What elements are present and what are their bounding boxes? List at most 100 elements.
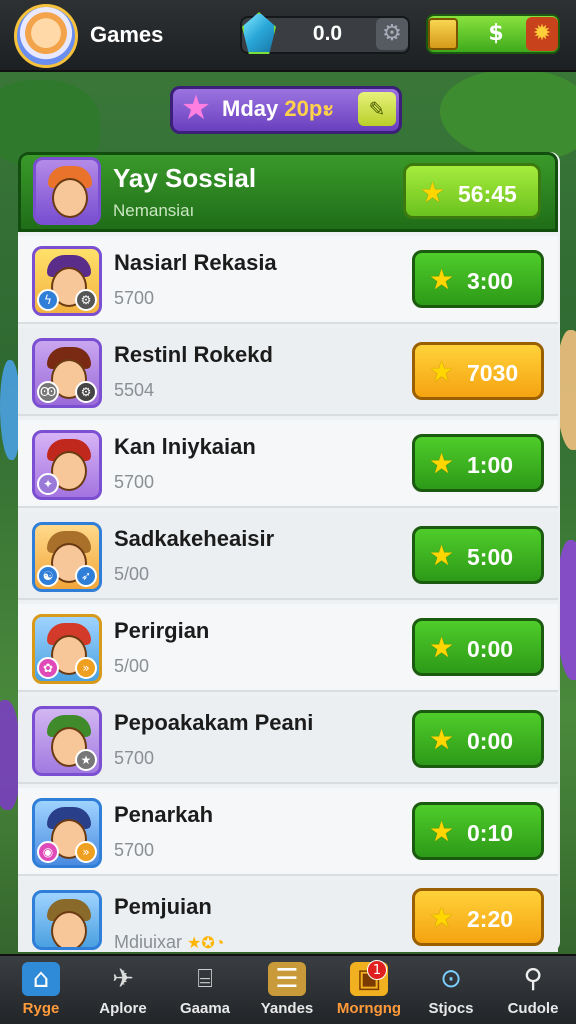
- cash-value: $: [488, 21, 504, 46]
- star-badge-icon: ★: [75, 749, 97, 771]
- settings-gear-icon[interactable]: ✹: [526, 17, 558, 51]
- nav-label: Aplore: [99, 1000, 147, 1017]
- row-avatar: Ꙭ ⚙: [32, 338, 102, 408]
- list-item[interactable]: ◉ » Penarkah 5700 ★ 0:10: [18, 788, 558, 876]
- nav-item-search[interactable]: ⊙ Stjocs: [410, 954, 492, 1024]
- explore-icon: ✈: [112, 964, 134, 994]
- row-name: Sadkakeheaisir: [114, 526, 275, 551]
- row-avatar: ϟ ⚙: [32, 246, 102, 316]
- jungle-leaf-decoration: [440, 70, 576, 160]
- nav-item-games[interactable]: ⌸ Gaama: [164, 954, 246, 1024]
- star-icon: ★: [429, 901, 455, 934]
- list-item[interactable]: Ꙭ ⚙ Restinl Rokekd 5504 ★ 7030: [18, 328, 558, 416]
- row-name: Pemjuian: [114, 894, 212, 919]
- row-button-value: 0:10: [467, 820, 514, 846]
- row-avatar: ◉ »: [32, 798, 102, 868]
- star-icon: ★: [429, 539, 455, 572]
- row-claim-button[interactable]: ★ 2:20: [412, 888, 544, 946]
- row-avatar: ✿ »: [32, 614, 102, 684]
- avatar-face: [52, 178, 88, 218]
- star-icon: ★: [429, 355, 455, 388]
- row-avatar: [32, 890, 102, 950]
- star-icon: ★: [429, 447, 455, 480]
- star-icon: ★: [429, 631, 455, 664]
- player-avatar[interactable]: [14, 4, 78, 68]
- row-avatar: ☯ ➶: [32, 522, 102, 592]
- row-claim-button[interactable]: ★ 0:00: [412, 618, 544, 676]
- jungle-leaf-decoration: [0, 360, 20, 460]
- row-score: 5700: [114, 288, 155, 308]
- row-score-text: Mdiuixar: [114, 932, 183, 952]
- featured-claim-button[interactable]: ★ 56:45: [403, 163, 541, 219]
- nav-label: Cudole: [507, 1000, 559, 1017]
- star-chip-icon: ★✪◔: [187, 935, 225, 952]
- nav-label: Ryge: [22, 1000, 60, 1017]
- row-button-value: 0:00: [467, 728, 514, 754]
- list-item[interactable]: ϟ ⚙ Nasiarl Rekasia 5700 ★ 3:00: [18, 236, 558, 324]
- flower-badge-icon: ✿: [37, 657, 59, 679]
- featured-avatar: [33, 157, 101, 225]
- row-claim-button[interactable]: ★ 7030: [412, 342, 544, 400]
- coin-badge-icon: »: [75, 657, 97, 679]
- row-score: 5/00: [114, 564, 150, 584]
- swirl-badge-icon: ◉: [37, 841, 59, 863]
- row-button-value: 5:00: [467, 544, 514, 570]
- paw-badge-icon: Ꙭ: [37, 381, 59, 403]
- gear-icon[interactable]: ⚙: [376, 18, 408, 50]
- swirl-badge-icon: ☯: [37, 565, 59, 587]
- row-button-value: 2:20: [467, 906, 514, 932]
- event-label-time: 20pะ: [284, 96, 335, 121]
- magnifier-icon: ⚲: [523, 964, 543, 994]
- featured-name: Yay Sossial: [113, 163, 257, 193]
- row-avatar: ✦: [32, 430, 102, 500]
- list-item[interactable]: ✿ » Perirgian 5/00 ★ 0:00: [18, 604, 558, 692]
- row-button-value: 1:00: [467, 452, 514, 478]
- row-score: 5700: [114, 840, 155, 860]
- home-icon: ⌂: [22, 962, 60, 996]
- list-item[interactable]: ★ Pepoakakam Peani 5700 ★ 0:00: [18, 696, 558, 784]
- nav-item-guide[interactable]: ⚲ Cudole: [492, 954, 574, 1024]
- row-button-value: 3:00: [467, 268, 514, 294]
- nav-item-explore[interactable]: ✈ Aplore: [82, 954, 164, 1024]
- row-score: 5700: [114, 472, 155, 492]
- row-button-value: 0:00: [467, 636, 514, 662]
- featured-row[interactable]: Yay Sossial Nemansiaı ★ 56:45: [18, 152, 558, 232]
- nav-item-cards[interactable]: ☰ Yandes: [246, 954, 328, 1024]
- list-item[interactable]: ☯ ➶ Sadkakeheaisir 5/00 ★ 5:00: [18, 512, 558, 600]
- nav-item-home[interactable]: ⌂ Ryge: [0, 954, 82, 1024]
- row-claim-button[interactable]: ★ 0:00: [412, 710, 544, 768]
- star-icon: ★: [429, 723, 455, 756]
- star-icon: ★: [180, 88, 212, 128]
- row-name: Perirgian: [114, 618, 210, 643]
- nav-label: Gaama: [179, 1000, 231, 1017]
- row-claim-button[interactable]: ★ 3:00: [412, 250, 544, 308]
- row-avatar: ★: [32, 706, 102, 776]
- event-label: Mday 20pะ: [222, 92, 334, 126]
- jungle-leaf-decoration: [0, 700, 20, 810]
- row-name: Nasiarl Rekasia: [114, 250, 277, 275]
- ribbon-badge-icon: ➶: [75, 565, 97, 587]
- cards-icon: ☰: [268, 962, 306, 996]
- page-title: Games: [90, 22, 164, 47]
- featured-button-value: 56:45: [458, 181, 517, 207]
- gamepad-icon: ⌸: [197, 964, 213, 994]
- gem-value: 0.0: [312, 22, 343, 45]
- row-name: Penarkah: [114, 802, 214, 827]
- star-icon: ★: [429, 263, 455, 296]
- row-score: 5504: [114, 380, 155, 400]
- row-name: Restinl Rokekd: [114, 342, 273, 367]
- leaf-badge-icon: ✦: [37, 473, 59, 495]
- row-claim-button[interactable]: ★ 0:10: [412, 802, 544, 860]
- row-claim-button[interactable]: ★ 1:00: [412, 434, 544, 492]
- row-score: 5/00: [114, 656, 150, 676]
- star-icon: ★: [429, 815, 455, 848]
- search-icon: ⊙: [440, 964, 462, 994]
- ticket-icon[interactable]: ✎: [358, 92, 396, 126]
- cash-stack-icon: [428, 18, 458, 50]
- list-item[interactable]: Pemjuian Mdiuixar ★✪◔ ★ 2:20: [18, 880, 558, 952]
- row-name: Pepoakakam Peani: [114, 710, 314, 735]
- nav-label: Stjocs: [428, 1000, 474, 1017]
- list-item[interactable]: ✦ Kan lniykaian 5700 ★ 1:00: [18, 420, 558, 508]
- avatar-face: [51, 911, 87, 947]
- row-claim-button[interactable]: ★ 5:00: [412, 526, 544, 584]
